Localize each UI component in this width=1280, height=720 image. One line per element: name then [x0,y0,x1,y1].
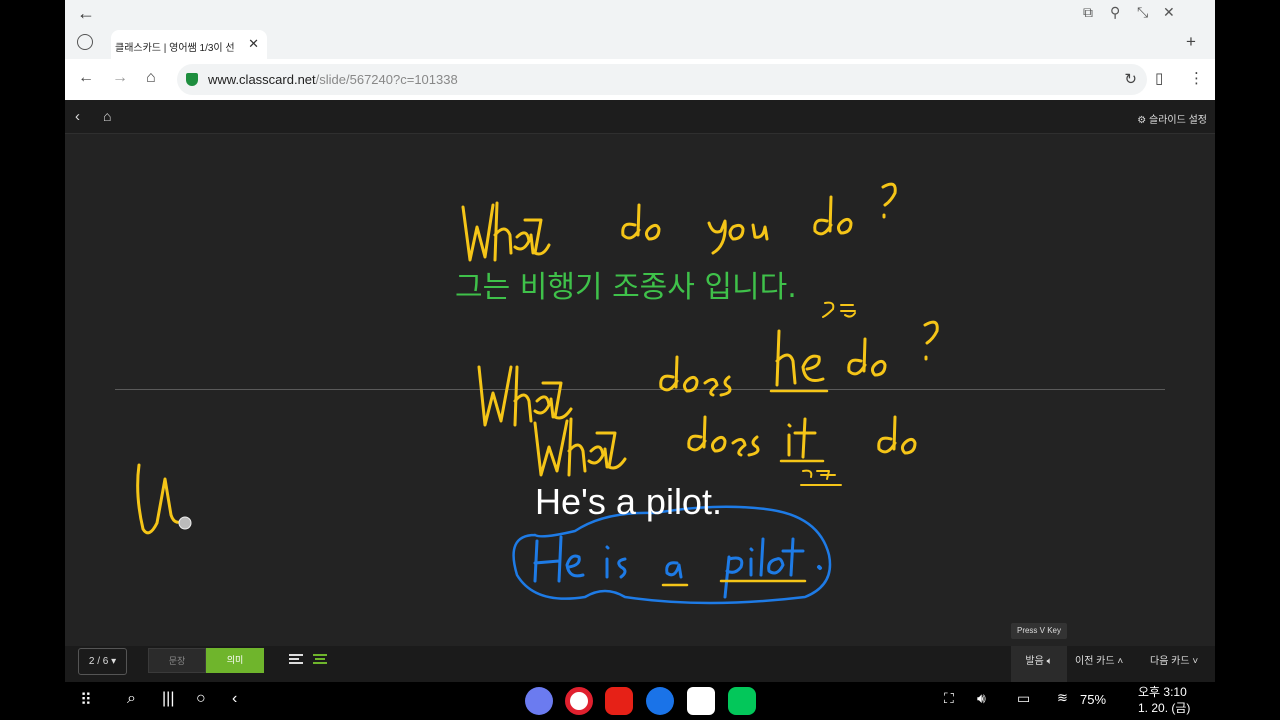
ink-correction-pilot [723,537,805,599]
ink-stroke-does-1 [659,355,732,397]
tab-strip: 클래스카드 | 영어쌤 1/3이 선 ✕ + [65,27,1215,59]
speaker-icon: 🔈︎ [1046,656,1053,667]
system-back-icon[interactable]: ‹ [232,690,237,708]
ink-correction-period [817,565,822,570]
ink-stroke-question-1 [881,182,897,219]
tab-title: 클래스카드 | 영어쌤 1/3이 선 [115,43,235,54]
nav-forward-icon[interactable]: → [112,69,128,87]
prev-card-label: 이전 카드 [1075,656,1115,667]
dock-app-launcher-icon[interactable] [525,687,553,715]
ink-stroke-do-2 [813,195,853,236]
tab-close-icon[interactable]: ✕ [248,36,259,52]
meaning-text: 그는 비행기 조종사 입니다. [455,270,797,305]
slide-back-icon[interactable]: ‹ [75,108,80,125]
ink-stroke-question-2 [923,320,939,361]
ink-correction-is [605,545,627,579]
dock-play-store-icon[interactable] [687,687,715,715]
slide-settings-label: 슬라이드 설정 [1149,115,1207,126]
ink-stroke-what-1 [461,201,551,262]
ink-correction-he [533,535,585,583]
handwriting-overlay [136,182,939,605]
mode-sentence-button[interactable]: 문장 [148,648,206,673]
ink-stroke-left [136,463,187,535]
pen-cursor [178,516,192,530]
ink-stroke-you [707,219,769,255]
menu-dots-icon[interactable]: ⋮ [1189,69,1204,87]
ink-annotation-1 [822,301,856,318]
pronounce-button[interactable]: 발음 🔈︎ [1011,646,1067,682]
ink-stroke-what-2 [477,365,573,427]
active-tab[interactable]: 클래스카드 | 영어쌤 1/3이 선 ✕ [111,30,267,59]
ink-stroke-does-2 [687,415,760,457]
page-selector[interactable]: 2 / 6 ▾ [78,648,127,675]
next-card-label: 다음 카드 [1150,656,1190,667]
prev-card-button[interactable]: 이전 카드 ˄ [1075,646,1123,678]
clock-time: 오후 3:10 [1138,685,1187,699]
profile-icon[interactable] [77,34,93,50]
ink-stroke-do-1 [621,203,661,241]
screenshot-icon[interactable]: ⛶ [944,690,954,707]
close-window-icon[interactable]: ✕ [1163,4,1175,21]
battery-level: 75% [1080,692,1107,707]
slide-settings-button[interactable]: ⚙ 슬라이드 설정 [1137,111,1207,126]
wifi-icon: ≋ [1057,690,1068,705]
clock-date: 1. 20. (금) [1138,701,1191,715]
android-system-bar: ⠿ ⌕ ||| ○ ‹ ⛶ 🔊︎ ▭ ≋ 75% 오후 3:10 1. 20. … [0,682,1280,720]
search-icon[interactable]: ⌕ [127,690,136,708]
url-text: www.classcard.net/slide/567240?c=101338 [208,72,458,87]
slide-home-icon[interactable]: ⌂ [103,108,111,124]
home-button-icon[interactable]: ○ [196,690,206,708]
ink-stroke-he [775,329,825,387]
recents-icon[interactable]: ||| [162,690,174,708]
dock-cloud-icon[interactable] [646,687,674,715]
align-center-icon[interactable] [313,654,327,666]
new-tab-icon[interactable]: + [1186,32,1196,52]
notification-icon[interactable]: ▭ [1017,690,1030,707]
align-left-icon[interactable] [289,654,303,666]
next-card-button[interactable]: 다음 카드 ˅ [1150,646,1198,678]
url-bar[interactable]: www.classcard.net/slide/567240?c=101338 … [177,64,1147,95]
ink-stroke-do-3 [847,337,887,377]
chevron-up-icon: ˄ [1117,656,1124,667]
slide-header: ‹ ⌂ ⚙ 슬라이드 설정 [65,100,1215,134]
ink-annotation-2 [800,469,842,486]
page-indicator: 2 / 6 [88,656,109,667]
pronounce-hint-tooltip: Press V Key [1011,623,1067,639]
pronounce-label: 발음 [1025,656,1044,667]
volume-icon[interactable]: 🔊︎ [977,690,986,707]
chevron-down-icon: ˅ [1192,656,1199,667]
app-grid-icon[interactable]: ⠿ [80,690,92,710]
security-shield-icon [186,73,198,86]
ink-stroke-it [787,417,817,459]
back-arrow-icon[interactable]: ← [77,3,95,24]
reader-mode-icon[interactable]: ▯ [1155,69,1163,87]
dock-naver-icon[interactable] [728,687,756,715]
mode-meaning-button[interactable]: 의미 [206,648,264,673]
window-top-bar: ← ⧉ ⚲ ⤡ ✕ [65,0,1215,27]
minimize-icon[interactable]: ⤡ [1137,4,1148,21]
dock-opera-icon[interactable] [565,687,593,715]
screen: ← ⧉ ⚲ ⤡ ✕ 클래스카드 | 영어쌤 1/3이 선 ✕ + ← → ⌂ w… [0,0,1280,720]
slide-canvas[interactable]: 그는 비행기 조종사 입니다. He's a pilot. [65,135,1215,646]
ink-stroke-do-4 [877,415,917,455]
sentence-text: He's a pilot. [535,481,722,522]
address-bar-row: ← → ⌂ www.classcard.net/slide/567240?c=1… [65,59,1215,100]
pin-icon[interactable]: ⚲ [1110,4,1120,21]
home-icon[interactable]: ⌂ [146,69,156,87]
popout-icon[interactable]: ⧉ [1083,4,1093,21]
nav-back-icon[interactable]: ← [78,69,94,87]
reload-icon[interactable]: ↻ [1124,70,1137,88]
slide-toolbar: 2 / 6 ▾ 문장 의미 발음 🔈︎ 이전 카드 ˄ 다음 카드 ˅ [65,646,1215,682]
dock-youtube-icon[interactable] [605,687,633,715]
system-clock: 오후 3:10 1. 20. (금) [1138,684,1190,716]
ink-correction-a [665,561,683,579]
ink-stroke-what-3 [533,417,627,477]
browser-window: ← ⧉ ⚲ ⤡ ✕ 클래스카드 | 영어쌤 1/3이 선 ✕ + ← → ⌂ w… [65,0,1215,682]
